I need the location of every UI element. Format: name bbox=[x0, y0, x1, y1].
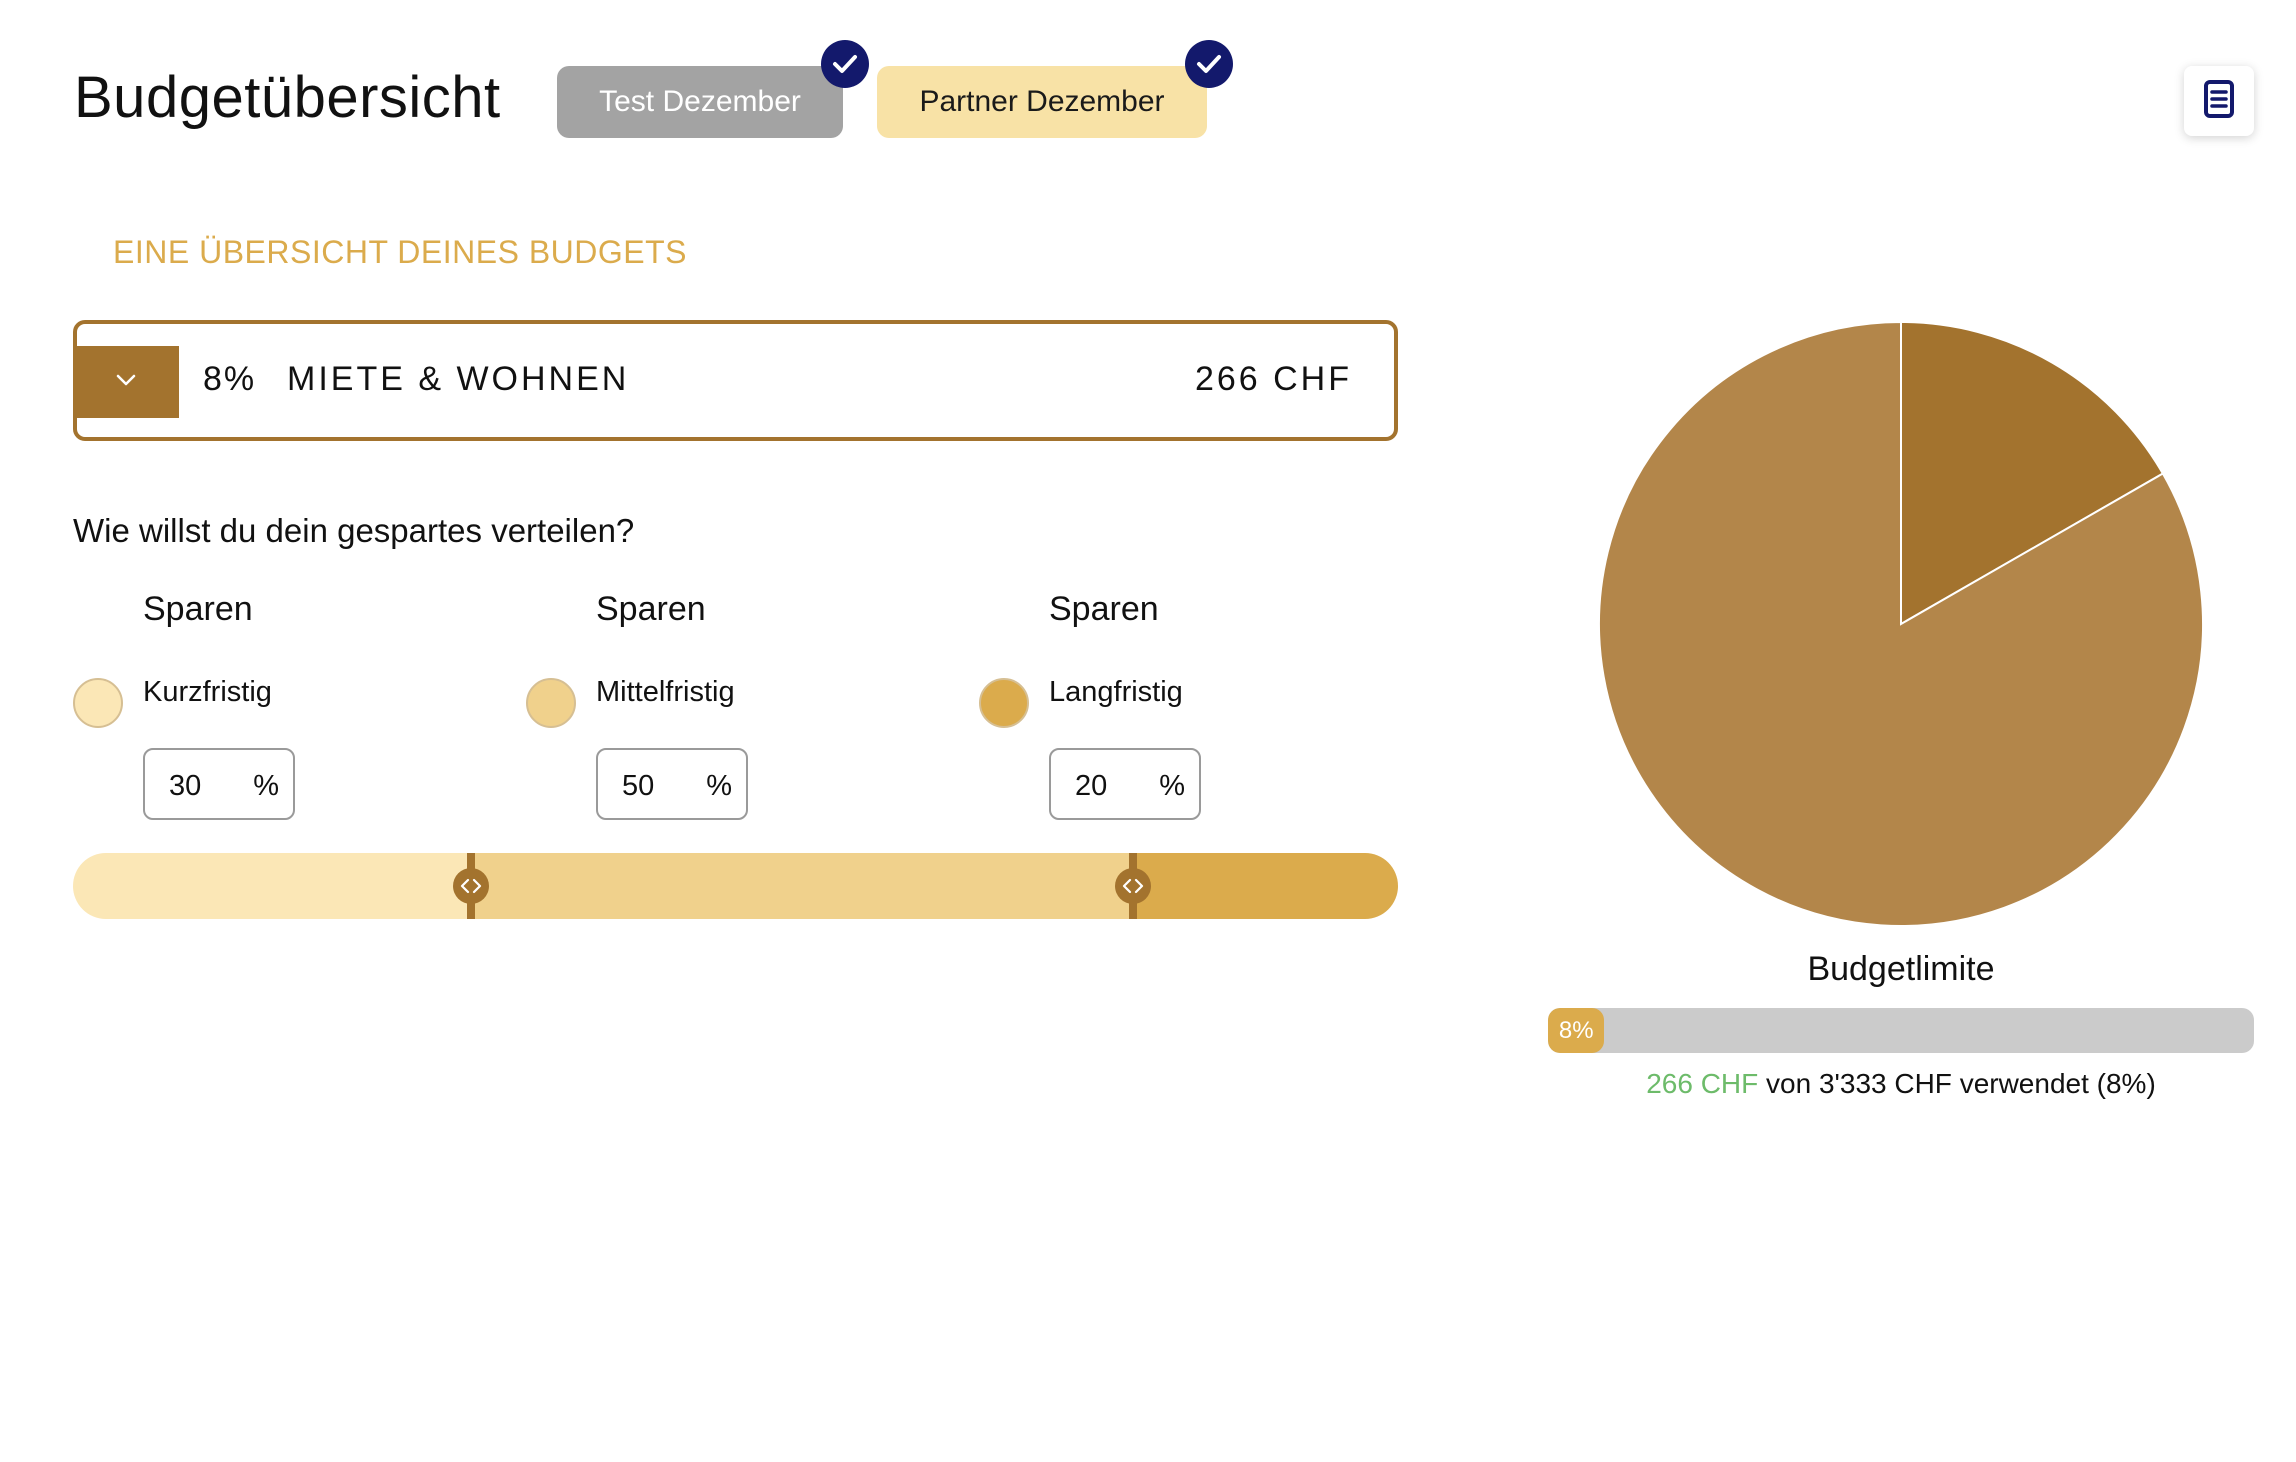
document-button[interactable] bbox=[2184, 66, 2254, 136]
drag-handle-icon bbox=[1115, 868, 1151, 904]
category-percent: 8% bbox=[203, 360, 257, 398]
slider-segment-short bbox=[73, 853, 471, 919]
drag-handle-icon bbox=[452, 868, 489, 904]
budget-limit-title: Budgetlimite bbox=[1807, 950, 1995, 988]
percent-input-short[interactable]: 30 % bbox=[143, 748, 295, 820]
distribution-slider[interactable] bbox=[73, 853, 1398, 919]
color-dot bbox=[526, 678, 576, 728]
budget-limit-summary: 266 CHF von 3'333 CHF verwendet (8%) bbox=[1548, 1068, 2254, 1100]
distribution-question: Wie willst du dein gespartes verteilen? bbox=[73, 512, 635, 549]
saving-title: Sparen bbox=[143, 590, 253, 628]
saving-column-short: Sparen Kurzfristig 30 % bbox=[73, 590, 493, 830]
percent-input-mid[interactable]: 50 % bbox=[596, 748, 748, 820]
percent-value: 50 bbox=[622, 770, 655, 802]
chip-label: Partner Dezember bbox=[919, 85, 1165, 118]
percent-value: 30 bbox=[169, 770, 202, 802]
budget-pie-chart bbox=[1598, 320, 2204, 927]
category-name: MIETE & WOHNEN bbox=[287, 360, 630, 398]
percent-unit: % bbox=[1159, 770, 1185, 802]
document-icon bbox=[2203, 79, 2235, 124]
expand-toggle[interactable] bbox=[73, 346, 179, 418]
budget-limit-bar: 8% bbox=[1548, 1008, 2254, 1053]
saving-label: Kurzfristig bbox=[143, 676, 272, 708]
checkmark-icon bbox=[821, 40, 869, 88]
color-dot bbox=[73, 678, 123, 728]
saving-column-long: Sparen Langfristig 20 % bbox=[979, 590, 1399, 830]
budget-used-text: von 3'333 CHF verwendet (8%) bbox=[1766, 1068, 2156, 1099]
saving-title: Sparen bbox=[596, 590, 706, 628]
percent-unit: % bbox=[706, 770, 732, 802]
budget-limit-fill: 8% bbox=[1548, 1008, 1605, 1053]
color-dot bbox=[979, 678, 1029, 728]
budget-used-amount: 266 CHF bbox=[1646, 1068, 1759, 1099]
tab-test-dezember[interactable]: Test Dezember bbox=[557, 40, 869, 138]
saving-title: Sparen bbox=[1049, 590, 1159, 628]
saving-column-mid: Sparen Mittelfristig 50 % bbox=[526, 590, 946, 830]
slider-segment-long bbox=[1133, 853, 1398, 919]
page-title: Budgetübersicht bbox=[74, 65, 501, 130]
category-row[interactable]: 8% MIETE & WOHNEN 266 CHF bbox=[73, 320, 1398, 441]
chip-label: Test Dezember bbox=[599, 85, 801, 118]
checkmark-icon bbox=[1185, 40, 1233, 88]
category-amount: 266 CHF bbox=[1194, 360, 1352, 398]
slider-handle[interactable] bbox=[1113, 853, 1153, 919]
budget-limit-percent: 8% bbox=[1558, 1016, 1594, 1044]
saving-label: Langfristig bbox=[1049, 676, 1183, 708]
tab-partner-dezember[interactable]: Partner Dezember bbox=[877, 40, 1233, 138]
slider-segment-mid bbox=[470, 853, 1133, 919]
percent-value: 20 bbox=[1075, 770, 1108, 802]
saving-label: Mittelfristig bbox=[596, 676, 735, 708]
percent-unit: % bbox=[253, 770, 279, 802]
section-heading: EINE ÜBERSICHT DEINES BUDGETS bbox=[113, 234, 688, 270]
slider-handle[interactable] bbox=[451, 853, 491, 919]
percent-input-long[interactable]: 20 % bbox=[1049, 748, 1201, 820]
chevron-down-icon bbox=[115, 373, 137, 392]
